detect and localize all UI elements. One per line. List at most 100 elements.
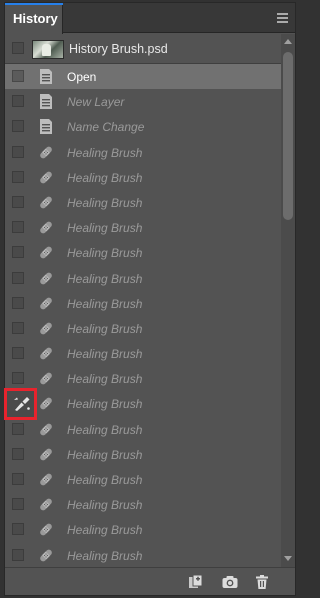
history-state-row[interactable]: Healing Brush: [5, 442, 281, 467]
history-state-row[interactable]: Healing Brush: [5, 467, 281, 492]
new-document-from-state-icon[interactable]: [187, 573, 205, 591]
source-checkbox[interactable]: [12, 195, 24, 208]
source-checkbox[interactable]: [12, 548, 24, 561]
source-checkbox[interactable]: [12, 347, 24, 360]
history-state-row[interactable]: Healing Brush: [5, 140, 281, 165]
source-checkbox[interactable]: [12, 321, 24, 334]
history-brush-source-icon: [14, 397, 30, 411]
bandage-icon: [38, 395, 54, 412]
bandage-icon: [38, 295, 54, 312]
history-state-row[interactable]: Healing Brush: [5, 266, 281, 291]
source-checkbox[interactable]: [12, 42, 24, 54]
source-checkbox[interactable]: [12, 473, 24, 485]
history-state-row[interactable]: Healing Brush: [5, 240, 281, 265]
history-state-label: Healing Brush: [67, 145, 143, 160]
scroll-thumb[interactable]: [283, 52, 293, 220]
history-state-row[interactable]: Healing Brush: [5, 543, 281, 568]
history-state-label: Healing Brush: [67, 347, 143, 362]
history-state-label: Healing Brush: [67, 523, 143, 538]
history-state-row[interactable]: Healing Brush: [5, 366, 281, 391]
history-state-label: Healing Brush: [67, 397, 143, 412]
history-state-label: New Layer: [67, 95, 125, 110]
snapshot-row[interactable]: History Brush.psd: [5, 34, 281, 64]
bandage-icon: [38, 219, 54, 236]
history-state-label: Healing Brush: [67, 195, 143, 210]
history-state-label: Open: [67, 70, 97, 84]
source-checkbox[interactable]: [12, 523, 24, 536]
history-state-label: Healing Brush: [67, 372, 143, 387]
history-state-row[interactable]: Healing Brush: [5, 165, 281, 190]
history-state-label: Healing Brush: [67, 271, 143, 286]
history-state-label: Healing Brush: [67, 473, 143, 487]
source-checkbox[interactable]: [12, 145, 24, 158]
history-state-label: Healing Brush: [67, 170, 143, 185]
history-state-label: Healing Brush: [67, 296, 143, 311]
history-state-label: Healing Brush: [67, 498, 143, 513]
history-state-row[interactable]: New Layer: [5, 89, 281, 114]
bandage-icon: [38, 496, 54, 513]
source-checkbox[interactable]: [12, 120, 24, 133]
history-state-row[interactable]: Healing Brush: [5, 417, 281, 442]
source-checkbox[interactable]: [12, 447, 24, 460]
history-state-row[interactable]: Healing Brush: [5, 190, 281, 215]
source-checkbox[interactable]: [12, 170, 24, 183]
history-state-row[interactable]: Healing Brush: [5, 517, 281, 542]
bandage-icon: [38, 244, 54, 261]
source-checkbox[interactable]: [12, 498, 24, 511]
tab-history[interactable]: History: [5, 3, 63, 34]
history-state-row[interactable]: Healing Brush: [5, 291, 281, 316]
history-state-row[interactable]: Open: [5, 64, 281, 90]
snapshot-label: History Brush.psd: [69, 42, 168, 56]
bandage-icon: [38, 144, 54, 161]
history-state-label: Healing Brush: [67, 422, 143, 437]
tab-accent: [5, 3, 63, 5]
source-checkbox[interactable]: [12, 296, 24, 309]
document-icon: [38, 118, 54, 135]
history-state-list: Open New Layer Name Change Healing Brush Hea…: [5, 64, 281, 568]
history-state-row[interactable]: Healing Brush: [5, 215, 281, 240]
history-state-label: Healing Brush: [67, 447, 143, 462]
source-checkbox[interactable]: [12, 95, 24, 108]
bandage-icon: [38, 194, 54, 211]
scroll-down-arrow-icon[interactable]: [284, 556, 292, 561]
bandage-icon: [38, 345, 54, 362]
history-state-label: Healing Brush: [67, 548, 143, 563]
bandage-icon: [38, 471, 54, 488]
source-checkbox[interactable]: [12, 246, 24, 259]
history-state-row[interactable]: Healing Brush: [5, 316, 281, 341]
source-checkbox[interactable]: [12, 271, 24, 284]
scroll-up-arrow-icon[interactable]: [284, 39, 292, 44]
history-state-row[interactable]: Healing Brush: [5, 341, 281, 366]
history-state-row[interactable]: Name Change: [5, 114, 281, 139]
history-state-label: Healing Brush: [67, 246, 143, 261]
bandage-icon: [38, 547, 54, 564]
tab-label: History: [13, 11, 58, 26]
history-state-label: Healing Brush: [67, 321, 143, 336]
bandage-icon: [38, 421, 54, 438]
source-checkbox[interactable]: [12, 422, 24, 435]
panel-tabbar: History: [5, 3, 295, 34]
history-state-label: Name Change: [67, 120, 145, 135]
camera-snapshot-icon[interactable]: [221, 573, 239, 591]
panel-menu-icon[interactable]: [277, 13, 288, 23]
bandage-icon: [38, 270, 54, 287]
trash-icon[interactable]: [253, 573, 271, 591]
bandage-icon: [38, 521, 54, 538]
panel-footer: [5, 567, 295, 595]
document-icon: [38, 93, 54, 110]
bandage-icon: [38, 320, 54, 337]
document-icon: [38, 68, 54, 85]
history-panel: History History Brush.psd Open New Layer N…: [4, 2, 296, 596]
history-state-row[interactable]: Healing Brush: [5, 492, 281, 517]
source-checkbox[interactable]: [12, 70, 24, 82]
snapshot-thumbnail-icon: [32, 40, 64, 59]
bandage-icon: [38, 169, 54, 186]
bandage-icon: [38, 446, 54, 463]
history-brush-source-marker[interactable]: [4, 388, 37, 420]
scrollbar[interactable]: [281, 34, 295, 567]
history-state-label: Healing Brush: [67, 221, 143, 236]
source-checkbox[interactable]: [12, 372, 24, 385]
source-checkbox[interactable]: [12, 221, 24, 234]
history-state-row[interactable]: Healing Brush: [5, 391, 281, 416]
bandage-icon: [38, 370, 54, 387]
